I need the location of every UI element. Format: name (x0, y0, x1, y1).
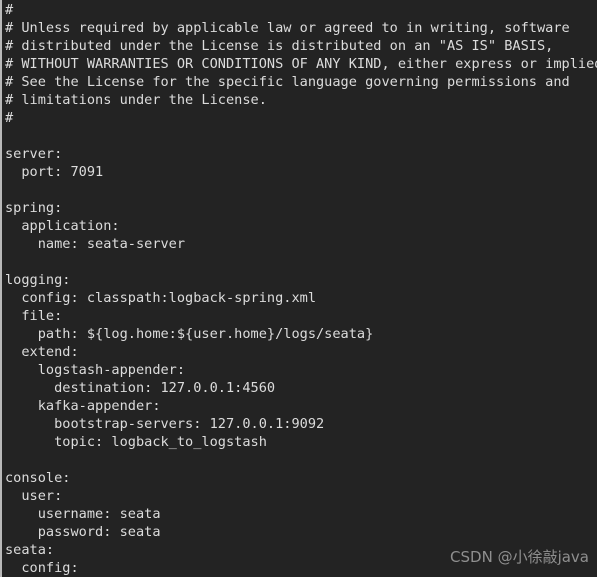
code-line: username: seata (5, 506, 161, 522)
code-line: # distributed under the License is distr… (5, 38, 554, 54)
code-line: logstash-appender: (5, 362, 186, 378)
code-line: kafka-appender: (5, 398, 161, 414)
code-line: # limitations under the License. (5, 92, 267, 108)
code-editor[interactable]: # # Unless required by applicable law or … (0, 0, 597, 577)
code-line: name: seata-server (5, 236, 186, 252)
code-line: # See the License for the specific langu… (5, 74, 570, 90)
code-line: # WITHOUT WARRANTIES OR CONDITIONS OF AN… (5, 56, 597, 72)
code-line: seata: (5, 542, 55, 558)
code-line: password: seata (5, 524, 161, 540)
code-line: application: (5, 218, 120, 234)
yaml-source-code[interactable]: # # Unless required by applicable law or … (5, 1, 597, 577)
code-line: extend: (5, 344, 79, 360)
code-line: path: ${log.home:${user.home}/logs/seata… (5, 326, 374, 342)
code-line: # (5, 2, 14, 18)
code-line: server: (5, 146, 63, 162)
code-line: bootstrap-servers: 127.0.0.1:9092 (5, 416, 325, 432)
code-line: port: 7091 (5, 164, 104, 180)
code-line: topic: logback_to_logstash (5, 434, 267, 450)
code-line: console: (5, 470, 71, 486)
code-line: # (5, 110, 14, 126)
code-line: config: classpath:logback-spring.xml (5, 290, 316, 306)
code-line: # Unless required by applicable law or a… (5, 20, 570, 36)
code-line: config: (5, 560, 79, 576)
code-line: spring: (5, 200, 63, 216)
code-line: user: (5, 488, 63, 504)
code-line: destination: 127.0.0.1:4560 (5, 380, 276, 396)
code-line: logging: (5, 272, 71, 288)
code-line: file: (5, 308, 63, 324)
